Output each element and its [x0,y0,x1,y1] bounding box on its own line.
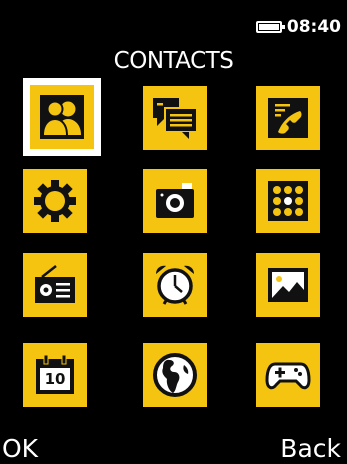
menu-item-calendar[interactable]: 10 [23,343,87,407]
menu-item-call-log[interactable] [256,86,320,150]
ok-softkey[interactable]: OK [2,434,38,464]
contacts-icon [35,90,89,144]
calendar-icon: 10 [32,352,78,398]
menu-item-apps[interactable] [256,169,320,233]
camera-icon [152,178,198,224]
messages-icon [151,96,199,140]
games-icon [265,352,311,398]
calendar-day: 10 [44,370,66,388]
globe-icon [151,351,199,399]
battery-full-icon [255,21,285,33]
page-title: CONTACTS [113,48,234,74]
menu-item-settings[interactable] [23,169,87,233]
radio-icon [32,262,78,308]
back-softkey[interactable]: Back [280,434,341,464]
settings-gear-icon [32,178,78,224]
call-log-icon [265,95,311,141]
menu-item-radio[interactable] [23,253,87,317]
clock: 08:40 [286,17,341,37]
gallery-icon [265,262,311,308]
apps-grid-icon [265,178,311,224]
menu-item-contacts[interactable] [23,78,101,156]
menu-item-camera[interactable] [143,169,207,233]
alarm-clock-icon [152,262,198,308]
menu-item-messages[interactable] [143,86,207,150]
menu-item-gallery[interactable] [256,253,320,317]
menu-item-browser[interactable] [143,343,207,407]
status-bar: 08:40 [255,17,341,37]
menu-item-games[interactable] [256,343,320,407]
menu-item-alarm[interactable] [143,253,207,317]
